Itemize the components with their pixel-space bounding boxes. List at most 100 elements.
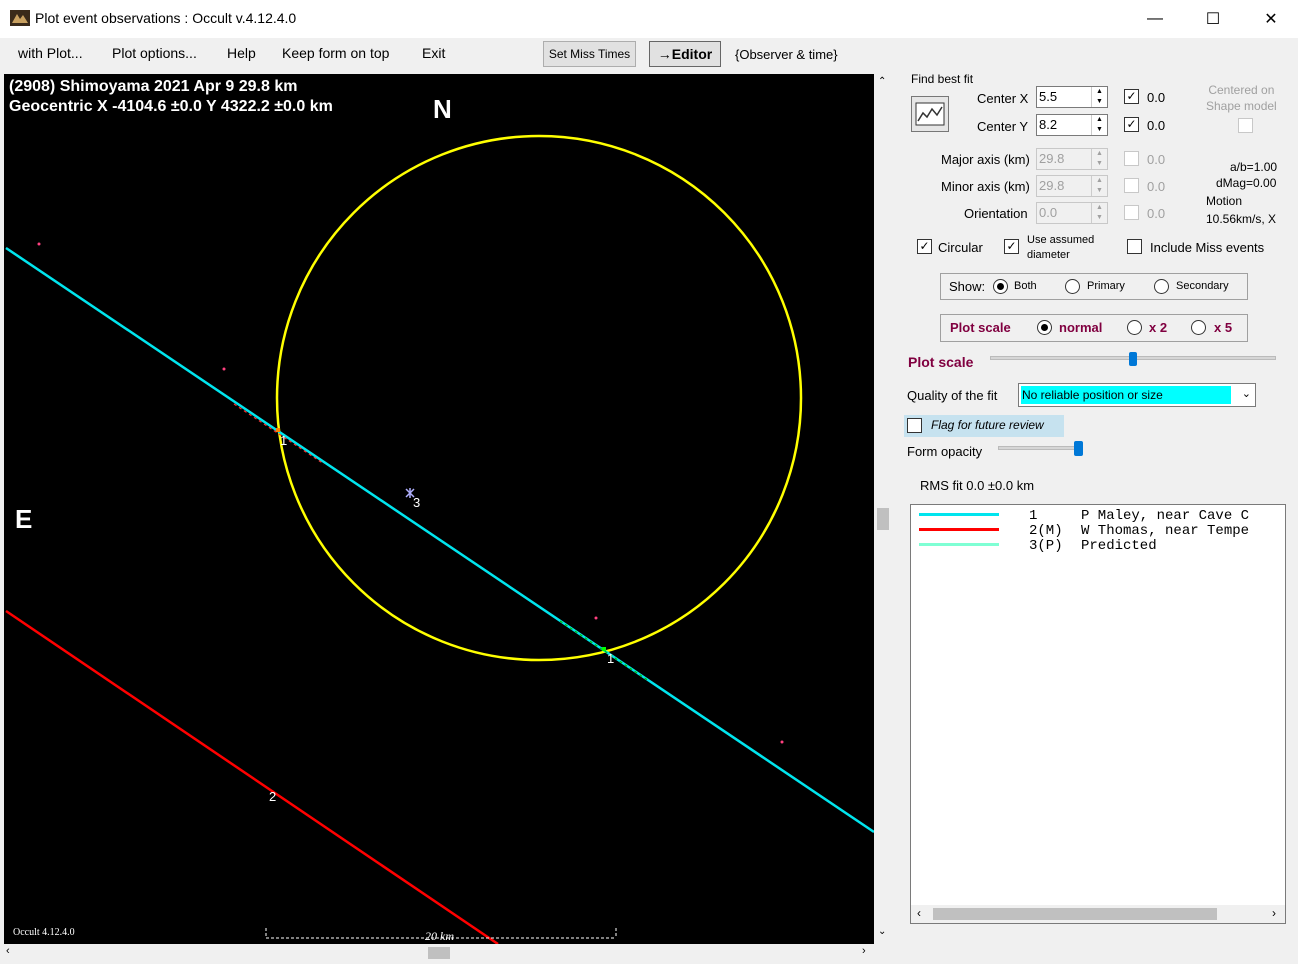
menu-keep-on-top[interactable]: Keep form on top [282, 45, 389, 61]
center-y-spinner[interactable]: 8.2 ▲ ▼ [1036, 114, 1108, 136]
spinner-arrows-icon[interactable]: ▲ ▼ [1091, 149, 1107, 169]
minor-axis-spinner[interactable]: 29.8 ▲ ▼ [1036, 175, 1108, 197]
menu-with-plot[interactable]: with Plot... [18, 45, 83, 61]
menu-exit[interactable]: Exit [422, 45, 445, 61]
show-both-label: Both [1014, 280, 1037, 292]
center-y-check-value: 0.0 [1147, 118, 1166, 133]
version-label: Occult 4.12.4.0 [13, 927, 75, 938]
quality-dropdown[interactable]: No reliable position or size ⌄ [1018, 383, 1256, 407]
legend-horizontal-scrollbar[interactable]: ‹ › [911, 905, 1285, 923]
scale-x2-label: x 2 [1149, 320, 1168, 335]
spinner-arrows-icon[interactable]: ▲ ▼ [1091, 176, 1107, 196]
observer-time-menu[interactable]: {Observer & time} [735, 47, 838, 62]
major-axis-label: Major axis (km) [941, 152, 1030, 167]
scale-normal-label: normal [1059, 320, 1103, 335]
orientation-label: Orientation [964, 206, 1028, 221]
show-primary-radio[interactable] [1065, 279, 1080, 294]
centered-on-shape-checkbox[interactable] [1238, 118, 1253, 133]
include-miss-checkbox[interactable] [1127, 239, 1142, 254]
center-x-checkbox[interactable]: ✓ [1124, 89, 1139, 104]
plot-vertical-scrollbar[interactable]: ⌃ ⌄ [874, 74, 892, 944]
quality-label: Quality of the fit [907, 388, 998, 403]
spinner-arrows-icon[interactable]: ▲ ▼ [1091, 115, 1107, 135]
center-y-checkbox[interactable]: ✓ [1124, 117, 1139, 132]
scroll-down-icon[interactable]: ⌄ [878, 926, 886, 937]
set-miss-times-button[interactable]: Set Miss Times [543, 41, 636, 67]
menu-help[interactable]: Help [227, 45, 256, 61]
scroll-left-icon[interactable]: ‹ [917, 906, 921, 920]
center-x-check-value: 0.0 [1147, 90, 1166, 105]
circular-label: Circular [938, 240, 983, 255]
chord-label-2: 2 [269, 789, 277, 804]
center-x-value: 5.5 [1039, 89, 1058, 104]
orientation-spinner[interactable]: 0.0 ▲ ▼ [1036, 202, 1108, 224]
form-opacity-label: Form opacity [907, 444, 983, 459]
plot-scale-group: Plot scale normal x 2 x 5 [940, 314, 1248, 342]
scale-x5-radio[interactable] [1191, 320, 1206, 335]
minor-axis-checkbox[interactable] [1124, 178, 1139, 193]
scroll-up-icon[interactable]: ⌃ [878, 76, 886, 87]
spinner-arrows-icon[interactable]: ▲ ▼ [1091, 203, 1107, 223]
legend-num-3: 3(P) [1029, 538, 1063, 554]
fit-chart-icon [915, 102, 945, 126]
window-title: Plot event observations : Occult v.4.12.… [35, 10, 297, 26]
scale-normal-radio[interactable] [1037, 320, 1052, 335]
center-x-spinner[interactable]: 5.5 ▲ ▼ [1036, 86, 1108, 108]
stray-point [222, 367, 226, 371]
plot-canvas [5, 134, 874, 944]
plot-area[interactable]: (2908) Shimoyama 2021 Apr 9 29.8 km Geoc… [4, 74, 874, 944]
scale-bar-label: 20 km [425, 929, 454, 943]
find-best-fit-label: Find best fit [911, 72, 974, 86]
maximize-button[interactable]: ☐ [1190, 4, 1236, 34]
plot-scale-slider-thumb[interactable] [1129, 352, 1137, 366]
form-opacity-slider-track[interactable] [998, 446, 1082, 450]
minimize-icon: — [1147, 10, 1163, 27]
major-axis-checkbox[interactable] [1124, 151, 1139, 166]
circular-checkbox[interactable]: ✓ [917, 239, 932, 254]
menu-bar: with Plot... Plot options... Help Keep f… [0, 38, 1298, 70]
legend-line-3 [919, 543, 999, 546]
ab-ratio-label: a/b=1.00 [1230, 160, 1278, 174]
scroll-right-icon[interactable]: › [862, 945, 866, 957]
menu-plot-options[interactable]: Plot options... [112, 45, 197, 61]
legend-num-2: 2(M) [1029, 523, 1063, 539]
horizontal-scroll-thumb[interactable] [428, 947, 450, 959]
show-both-radio[interactable] [993, 279, 1008, 294]
orientation-checkbox[interactable] [1124, 205, 1139, 220]
show-primary-label: Primary [1087, 280, 1125, 292]
editor-button[interactable]: →Editor [649, 41, 721, 67]
legend-scroll-thumb[interactable] [933, 908, 1217, 920]
north-label: N [433, 94, 452, 124]
show-secondary-label: Secondary [1176, 280, 1229, 292]
use-assumed-checkbox[interactable]: ✓ [1004, 239, 1019, 254]
form-opacity-slider-thumb[interactable] [1074, 441, 1083, 456]
minimize-button[interactable]: — [1132, 4, 1178, 34]
dmag-label: dMag=0.00 [1216, 176, 1277, 190]
quality-value: No reliable position or size [1021, 386, 1231, 404]
rms-fit-label: RMS fit 0.0 ±0.0 km [920, 478, 1035, 493]
show-secondary-radio[interactable] [1154, 279, 1169, 294]
close-button[interactable]: ✕ [1248, 4, 1294, 34]
major-axis-value: 29.8 [1039, 151, 1065, 166]
find-best-fit-button[interactable] [911, 96, 949, 132]
observer-legend-list[interactable]: 1 P Maley, near Cave C 2(M) W Thomas, ne… [910, 504, 1286, 924]
plot-horizontal-scrollbar[interactable]: ‹ › [4, 944, 874, 962]
center-y-label: Center Y [977, 119, 1029, 134]
show-label: Show: [949, 279, 986, 294]
plot-header-line2: Geocentric X -4104.6 ±0.0 Y 4322.2 ±0.0 … [9, 98, 333, 115]
scale-x2-radio[interactable] [1127, 320, 1142, 335]
scroll-right-icon[interactable]: › [1272, 906, 1276, 920]
vertical-scroll-thumb[interactable] [877, 508, 889, 530]
center-x-label: Center X [977, 91, 1029, 106]
chord-1-disappear-marker [276, 428, 280, 432]
scroll-left-icon[interactable]: ‹ [6, 945, 10, 957]
chord-1-reappear-marker [602, 647, 606, 651]
minor-axis-label: Minor axis (km) [941, 179, 1030, 194]
use-assumed-label: Use assumed diameter [1027, 234, 1095, 261]
chord-1-disappear-error [233, 403, 325, 465]
chord-2-line [5, 609, 499, 944]
spinner-arrows-icon[interactable]: ▲ ▼ [1091, 87, 1107, 107]
stray-point [780, 740, 784, 744]
flag-review-checkbox[interactable] [907, 418, 922, 433]
major-axis-spinner[interactable]: 29.8 ▲ ▼ [1036, 148, 1108, 170]
